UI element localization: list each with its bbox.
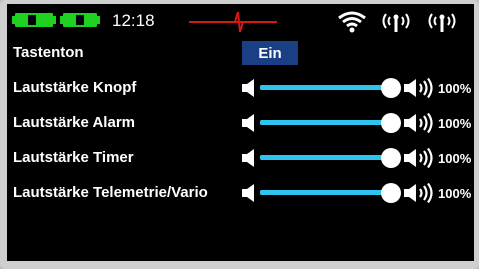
volume-value: 100% [438,116,472,131]
volume-slider[interactable] [260,78,401,98]
volume-label: Lautstärke Timer [13,149,134,166]
volume-slider-fill [260,190,391,195]
battery-terminal [53,16,56,24]
key-tone-label: Tastenton [13,44,84,61]
antenna-icon [428,13,456,32]
volume-slider-fill [260,85,391,90]
antenna-icon [382,13,410,32]
speaker-high-icon[interactable] [403,78,437,98]
speaker-low-icon[interactable] [241,78,257,98]
clock-time: 12:18 [112,11,155,30]
volume-value: 100% [438,81,472,96]
battery-cell-gap [28,15,36,25]
speaker-low-icon[interactable] [241,148,257,168]
signal-spike-icon [229,11,249,33]
volume-label: Lautstärke Alarm [13,114,135,131]
volume-value: 100% [438,151,472,166]
volume-slider-handle[interactable] [381,78,401,98]
speaker-high-icon[interactable] [403,113,437,133]
speaker-high-icon[interactable] [403,183,437,203]
volume-slider-handle[interactable] [381,148,401,168]
key-tone-row: Tastenton Ein [7,38,474,68]
volume-slider[interactable] [260,148,401,168]
volume-slider-handle[interactable] [381,113,401,133]
volume-slider-handle[interactable] [381,183,401,203]
battery-terminal [97,16,100,24]
volume-row: Lautstärke Alarm 100% [7,108,474,138]
volume-slider[interactable] [260,113,401,133]
volume-row: Lautstärke Knopf 100% [7,73,474,103]
wifi-icon [338,11,366,33]
volume-slider-fill [260,120,391,125]
speaker-low-icon[interactable] [241,183,257,203]
screen: 12:18 Tastenton Ein Lautstärke Knopf 100… [7,4,474,261]
status-bar: 12:18 [7,4,474,38]
volume-slider[interactable] [260,183,401,203]
volume-label: Lautstärke Knopf [13,79,137,96]
volume-label: Lautstärke Telemetrie/Vario [13,184,208,201]
volume-row: Lautstärke Timer 100% [7,143,474,173]
battery-cell-gap [76,15,84,25]
key-tone-toggle-button[interactable]: Ein [242,41,298,65]
volume-value: 100% [438,186,472,201]
volume-row: Lautstärke Telemetrie/Vario 100% [7,178,474,208]
volume-slider-fill [260,155,391,160]
speaker-low-icon[interactable] [241,113,257,133]
speaker-high-icon[interactable] [403,148,437,168]
